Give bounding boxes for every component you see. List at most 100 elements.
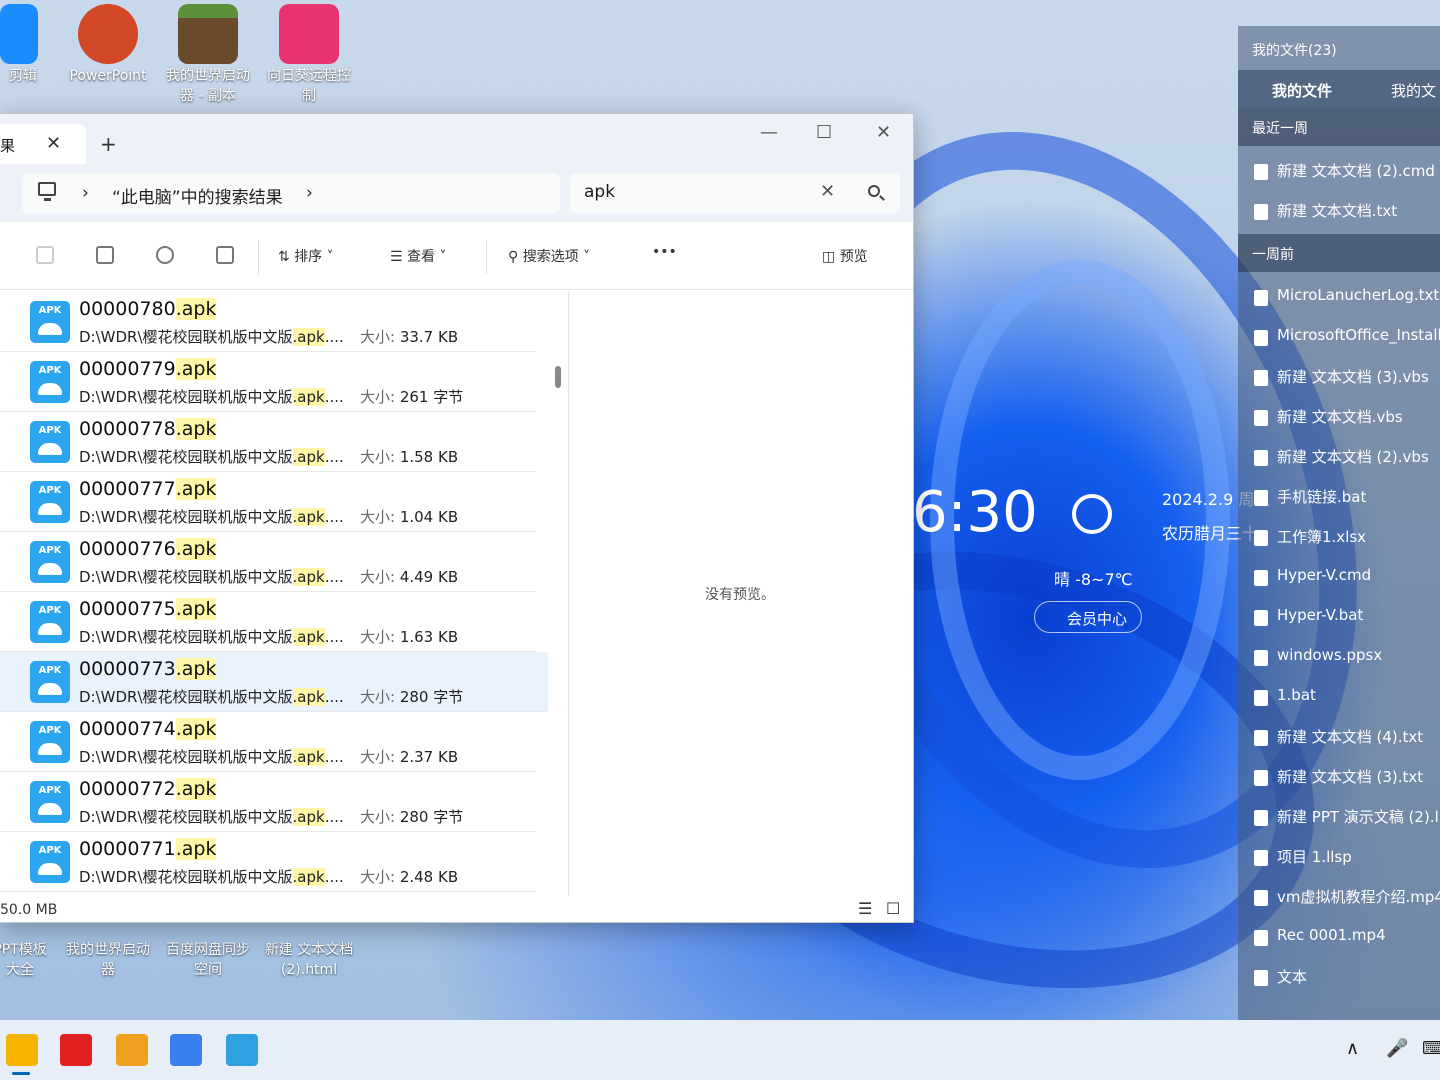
tab-my-docs[interactable]: 我的文 <box>1391 80 1436 101</box>
title-bar: 果 ✕ + — ☐ ✕ <box>0 114 913 164</box>
panel-file-item[interactable]: 新建 文本文档.txt <box>1238 190 1440 230</box>
tab-close-icon[interactable]: ✕ <box>46 133 61 154</box>
file-row[interactable]: APK 00000771.apk D:\WDR\樱花校园联机版中文版.apk..… <box>0 832 536 892</box>
close-button[interactable]: ✕ <box>876 122 891 143</box>
panel-file-item[interactable]: vm虚拟机教程介绍.mp4 <box>1238 876 1440 916</box>
vip-label: 会员中心 <box>1067 610 1128 628</box>
file-row[interactable]: APK 00000773.apk D:\WDR\樱花校园联机版中文版.apk..… <box>0 652 548 712</box>
desktop-icon-ppt-templates[interactable]: PPT模板大全 <box>0 940 50 980</box>
panel-file-item[interactable]: Hyper-V.cmd <box>1238 556 1440 596</box>
panel-file-item[interactable]: 手机链接.bat <box>1238 476 1440 516</box>
file-name: 00000775.apk <box>79 598 217 620</box>
delete-button[interactable] <box>216 246 234 264</box>
address-bar[interactable]: › “此电脑”中的搜索结果 › <box>22 173 560 213</box>
computer-icon <box>38 182 56 201</box>
more-options-button[interactable]: ••• <box>652 244 677 260</box>
desktop-icon-html-file[interactable]: 新建 文本文档 (2).html <box>261 940 357 980</box>
trash-icon <box>216 246 234 264</box>
file-row[interactable]: APK 00000780.apk D:\WDR\樱花校园联机版中文版.apk..… <box>0 292 536 352</box>
new-tab-button[interactable]: + <box>100 132 117 156</box>
file-name: 00000779.apk <box>79 358 217 380</box>
panel-file-item[interactable]: 工作簿1.xlsx <box>1238 516 1440 556</box>
panel-file-item[interactable]: windows.ppsx <box>1238 636 1440 676</box>
taskbar: ∧ 🎤 ⌨ <box>0 1020 1440 1080</box>
file-size: 大小: 280 字节 <box>360 808 464 826</box>
toolbar-divider <box>258 240 259 274</box>
scrollbar[interactable] <box>555 366 561 388</box>
panel-file-item[interactable]: 新建 PPT 演示文稿 (2).llsp <box>1238 796 1440 836</box>
details-view-icon[interactable]: ☰ <box>858 899 872 918</box>
file-row[interactable]: APK 00000774.apk D:\WDR\樱花校园联机版中文版.apk..… <box>0 712 536 772</box>
rename-button[interactable] <box>96 246 114 264</box>
panel-file-item[interactable]: 新建 文本文档 (2).vbs <box>1238 436 1440 476</box>
status-bar: 50.0 MB ☰ ☐ <box>0 896 912 924</box>
sunflower-remote-icon <box>279 4 339 64</box>
notepad-icon[interactable] <box>226 1034 258 1066</box>
desktop-icon-minecraft-launcher-copy[interactable]: 我的世界启动器 - 副本 <box>160 4 256 106</box>
panel-file-item[interactable]: MicroLanucherLog.txt <box>1238 276 1440 316</box>
file-explorer-icon[interactable] <box>6 1034 38 1066</box>
tab-my-files[interactable]: 我的文件 <box>1272 80 1332 101</box>
panel-file-item[interactable]: 文本 <box>1238 956 1440 996</box>
panel-header: 我的文件(23) <box>1252 43 1337 59</box>
feishu-icon[interactable] <box>170 1034 202 1066</box>
desktop-icon-label: 百度网盘同步空间 <box>166 942 250 978</box>
panel-file-item[interactable]: MicrosoftOffice_Install <box>1238 316 1440 356</box>
file-row[interactable]: APK 00000772.apk D:\WDR\樱花校园联机版中文版.apk..… <box>0 772 536 832</box>
file-size: 大小: 2.48 KB <box>360 868 459 886</box>
keyboard-icon[interactable]: ⌨ <box>1422 1038 1440 1059</box>
panel-file-item[interactable]: 新建 文本文档 (4).txt <box>1238 716 1440 756</box>
file-list: APK 00000780.apk D:\WDR\樱花校园联机版中文版.apk..… <box>0 292 548 896</box>
file-row[interactable]: APK 00000775.apk D:\WDR\樱花校园联机版中文版.apk..… <box>0 592 536 652</box>
file-row[interactable]: APK 00000779.apk D:\WDR\樱花校园联机版中文版.apk..… <box>0 352 536 412</box>
file-path: D:\WDR\樱花校园联机版中文版.apk.... <box>79 508 344 526</box>
desktop-icon-powerpoint[interactable]: PowerPoint <box>60 4 156 86</box>
panel-file-item[interactable]: 新建 文本文档 (3).txt <box>1238 756 1440 796</box>
wps-icon[interactable] <box>60 1034 92 1066</box>
search-icon[interactable] <box>868 185 880 197</box>
search-input[interactable]: apk <box>584 182 615 202</box>
sort-icon: ⇅ <box>278 249 295 265</box>
file-row[interactable]: APK 00000777.apk D:\WDR\樱花校园联机版中文版.apk..… <box>0 472 536 532</box>
panel-file-item[interactable]: Rec 0001.mp4 <box>1238 916 1440 956</box>
paste-button[interactable] <box>36 246 54 264</box>
microphone-icon[interactable]: 🎤 <box>1386 1038 1408 1059</box>
maximize-button[interactable]: ☐ <box>816 122 832 143</box>
file-path: D:\WDR\樱花校园联机版中文版.apk.... <box>79 868 344 886</box>
tiles-view-icon[interactable]: ☐ <box>886 899 900 918</box>
file-path: D:\WDR\樱花校园联机版中文版.apk.... <box>79 388 344 406</box>
search-box[interactable]: apk ✕ <box>570 173 900 213</box>
clear-search-icon[interactable]: ✕ <box>820 181 835 202</box>
panel-file-item[interactable]: 1.bat <box>1238 676 1440 716</box>
desktop-icon-minecraft-launcher[interactable]: 我的世界启动器 <box>60 940 156 980</box>
search-options-button[interactable]: ⚲ 搜索选项 ˅ <box>508 246 590 266</box>
desktop-icon-sunflower-remote[interactable]: 向日葵远程控制 <box>261 4 357 106</box>
panel-file-item[interactable]: 项目 1.llsp <box>1238 836 1440 876</box>
file-path: D:\WDR\樱花校园联机版中文版.apk.... <box>79 808 344 826</box>
jianji-icon <box>0 4 38 64</box>
file-name: 00000773.apk <box>79 658 217 680</box>
breadcrumb[interactable]: “此电脑”中的搜索结果 <box>112 183 283 208</box>
status-text: 50.0 MB <box>0 902 58 918</box>
preview-pane-button[interactable]: ◫ 预览 <box>822 246 868 266</box>
minimize-button[interactable]: — <box>760 122 778 143</box>
vip-center-button[interactable]: 会员中心 <box>1034 601 1142 633</box>
app-icon[interactable] <box>116 1034 148 1066</box>
view-button[interactable]: ☰ 查看 ˅ <box>390 246 446 266</box>
clipboard-icon <box>36 246 54 264</box>
show-hidden-icons-button[interactable]: ∧ <box>1346 1038 1359 1059</box>
tab-search-results[interactable]: 果 ✕ <box>0 124 86 164</box>
desktop-icon-jianji[interactable]: 剪辑 <box>0 4 56 86</box>
file-row[interactable]: APK 00000778.apk D:\WDR\樱花校园联机版中文版.apk..… <box>0 412 536 472</box>
panel-file-item[interactable]: Hyper-V.bat <box>1238 596 1440 636</box>
desktop-icon-baidu-sync[interactable]: 百度网盘同步空间 <box>160 940 256 980</box>
desktop-icon-label: 我的世界启动器 - 副本 <box>166 68 250 104</box>
panel-file-item[interactable]: 新建 文本文档 (2).cmd <box>1238 150 1440 190</box>
panel-file-item[interactable]: 新建 文本文档.vbs <box>1238 396 1440 436</box>
share-button[interactable] <box>156 246 174 264</box>
panel-file-item[interactable]: 新建 文本文档 (3).vbs <box>1238 356 1440 396</box>
desktop-icon-label: 新建 文本文档 (2).html <box>264 942 354 978</box>
sort-button[interactable]: ⇅ 排序 ˅ <box>278 246 334 266</box>
chevron-right-icon[interactable]: › <box>306 183 313 203</box>
file-row[interactable]: APK 00000776.apk D:\WDR\樱花校园联机版中文版.apk..… <box>0 532 536 592</box>
